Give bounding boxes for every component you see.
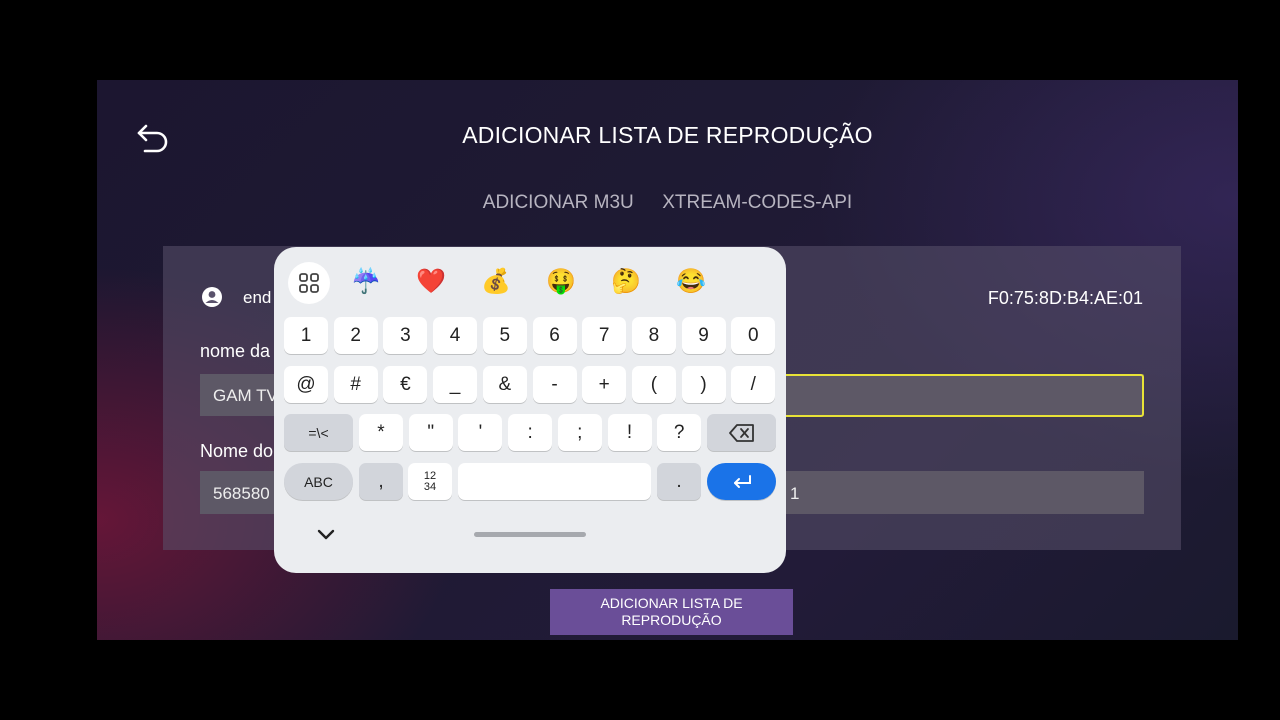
add-playlist-button[interactable]: ADICIONAR LISTA DE REPRODUÇÃO — [550, 589, 793, 635]
numpad-key[interactable]: 12 34 — [408, 463, 452, 500]
on-screen-keyboard: ☔ ❤️ 💰 🤑 🤔 😂 1234567890 @ # € _ & - +() / =\< *… — [274, 247, 786, 573]
emoji-umbrella[interactable]: ☔ — [349, 267, 383, 297]
number-key[interactable]: 5 — [482, 317, 527, 354]
symbol-key[interactable]: # — [333, 366, 378, 403]
emoji-money-bag[interactable]: 💰 — [479, 267, 513, 297]
symbol-key[interactable]: & — [482, 366, 527, 403]
emoji-money-face[interactable]: 🤑 — [544, 267, 578, 297]
enter-arrow-icon — [733, 474, 751, 488]
number-key[interactable]: 9 — [681, 317, 726, 354]
symbol-key[interactable]: @ — [284, 366, 328, 403]
backspace-key[interactable] — [707, 414, 776, 451]
punctuation-key[interactable]: ! — [607, 414, 652, 451]
symbol-key[interactable]: ) — [681, 366, 726, 403]
tab-bar: ADICIONAR M3U XTREAM-CODES-API — [97, 192, 1238, 214]
keyboard-drag-handle[interactable] — [474, 532, 586, 537]
mac-address: F0:75:8D:B4:AE:01 — [987, 288, 1143, 308]
period-key[interactable]: . — [657, 463, 701, 500]
emoji-thinking[interactable]: 🤔 — [609, 267, 643, 297]
playlist-name-label: nome da — [200, 341, 271, 361]
punctuation-key[interactable]: * — [359, 414, 403, 451]
address-label: end — [243, 288, 272, 307]
punctuation-key[interactable]: ; — [557, 414, 602, 451]
number-key[interactable]: 4 — [433, 317, 478, 354]
page-title: ADICIONAR LISTA DE REPRODUÇÃO — [462, 122, 873, 148]
emoji-grid-button[interactable] — [288, 262, 330, 304]
symbol-key[interactable]: + — [582, 366, 627, 403]
username-value: 568580 — [213, 484, 270, 503]
username-value-tail: 1 — [790, 484, 800, 503]
grid-icon — [299, 273, 319, 293]
punctuation-key[interactable]: : — [508, 414, 553, 451]
number-key[interactable]: 0 — [731, 317, 776, 354]
punctuation-key[interactable]: ? — [657, 414, 702, 451]
enter-key[interactable] — [707, 463, 776, 500]
hide-keyboard-icon[interactable] — [314, 523, 338, 547]
space-key[interactable] — [458, 463, 651, 500]
backspace-icon — [728, 423, 754, 442]
emoji-heart[interactable]: ❤️ — [414, 267, 448, 297]
symbol-key[interactable]: € — [383, 366, 428, 403]
number-key[interactable]: 1 — [284, 317, 328, 354]
account-icon — [202, 287, 222, 307]
symbol-key[interactable]: _ — [433, 366, 478, 403]
punctuation-key[interactable]: ' — [458, 414, 503, 451]
number-key[interactable]: 2 — [333, 317, 378, 354]
number-key[interactable]: 3 — [383, 317, 428, 354]
add-playlist-label: ADICIONAR LISTA DE REPRODUÇÃO — [600, 595, 743, 628]
tab-xtream-codes-api[interactable]: XTREAM-CODES-API — [662, 192, 852, 214]
playlist-name-value: GAM TV — [213, 386, 278, 405]
number-key[interactable]: 6 — [532, 317, 577, 354]
punctuation-key[interactable]: " — [408, 414, 453, 451]
symbol-key[interactable]: ( — [631, 366, 676, 403]
comma-key[interactable]: , — [359, 463, 403, 500]
symbol-key[interactable]: - — [532, 366, 577, 403]
emoji-tears-of-joy[interactable]: 😂 — [674, 267, 708, 297]
username-label: Nome do — [200, 441, 274, 461]
number-key[interactable]: 8 — [631, 317, 676, 354]
abc-key[interactable]: ABC — [284, 463, 353, 500]
more-symbols-key[interactable]: =\< — [284, 414, 353, 451]
focus-highlight — [783, 374, 1144, 417]
tab-add-m3u[interactable]: ADICIONAR M3U — [483, 192, 634, 214]
symbol-key[interactable]: / — [731, 366, 776, 403]
number-key[interactable]: 7 — [582, 317, 627, 354]
